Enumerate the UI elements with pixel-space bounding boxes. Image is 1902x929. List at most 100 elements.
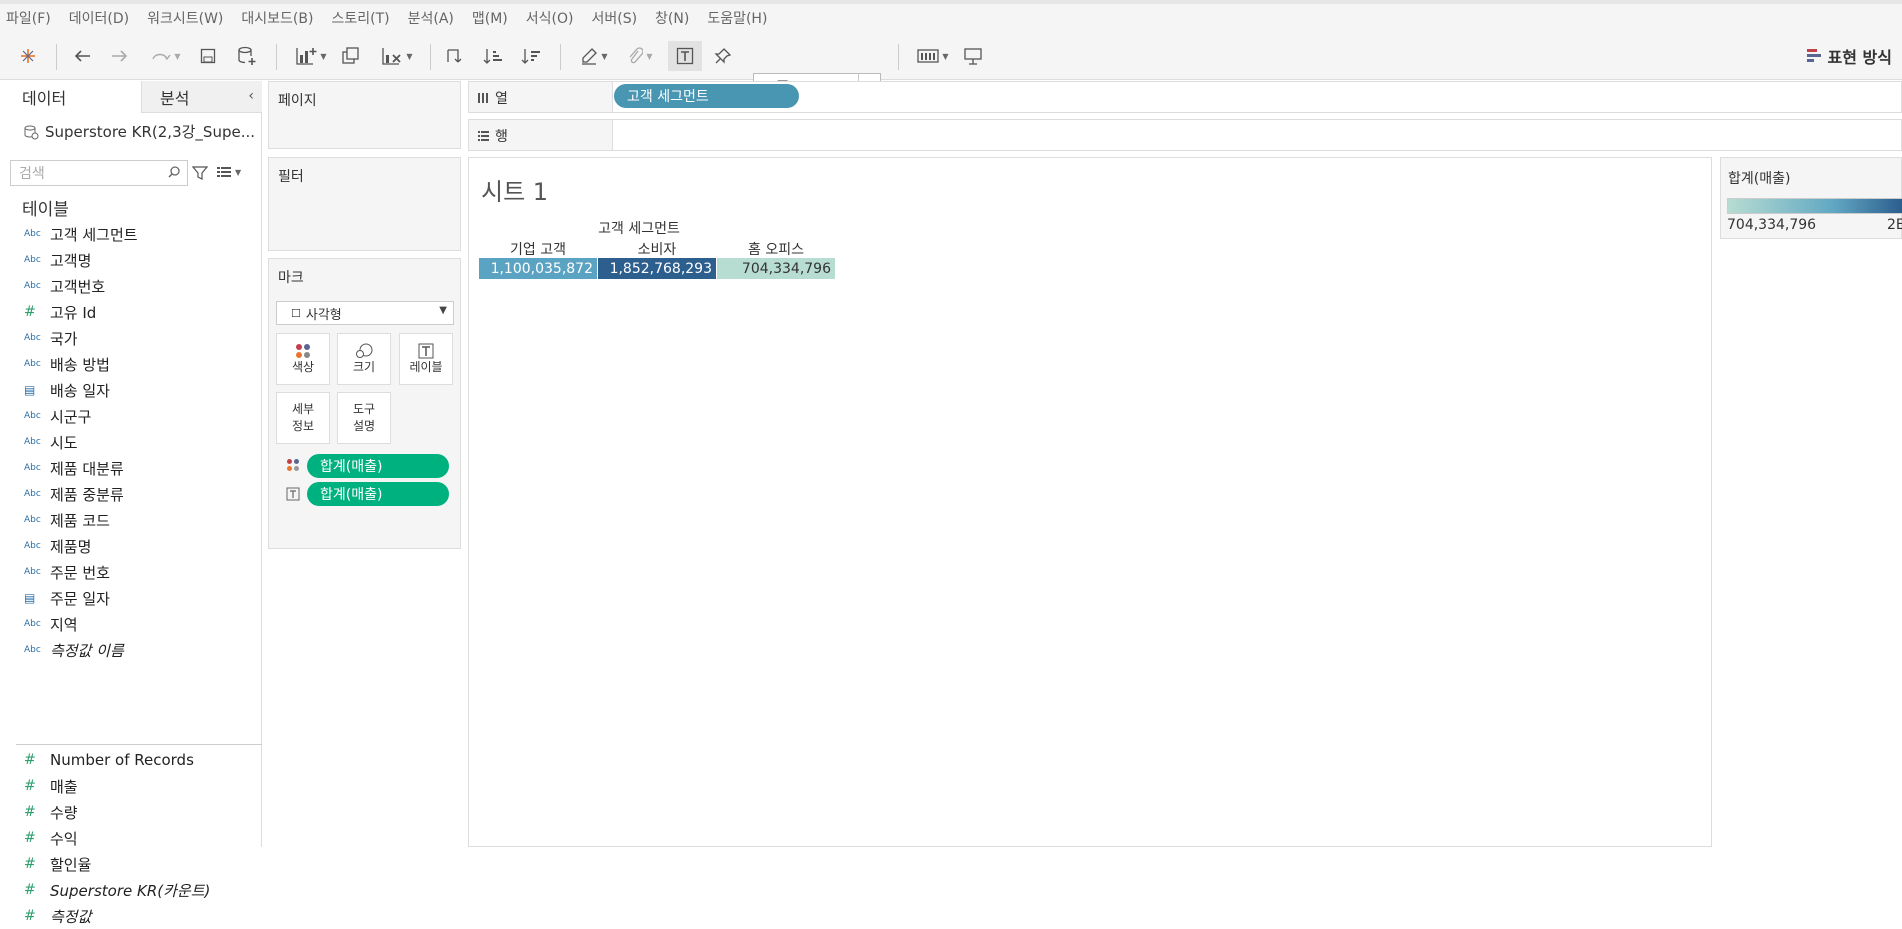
- group-members-icon[interactable]: ▼: [620, 41, 660, 71]
- legend-max: 2E: [1887, 217, 1902, 233]
- sheet-title[interactable]: 시트 1: [481, 172, 548, 207]
- menu-item[interactable]: 데이터(D): [69, 8, 129, 28]
- menu-bar: 파일(F) 데이터(D) 워크시트(W) 대시보드(B) 스토리(T) 분석(A) 맵(M)…: [0, 0, 1902, 32]
- new-datasource-icon[interactable]: [234, 41, 260, 71]
- menu-item[interactable]: 도움말(H): [707, 8, 767, 28]
- columns-pill[interactable]: 고객 세그먼트: [614, 84, 799, 108]
- replay-icon[interactable]: ▼: [146, 41, 186, 71]
- field-item[interactable]: # 수량: [0, 799, 262, 825]
- swap-rows-columns-icon[interactable]: [442, 41, 468, 71]
- tableau-logo-icon[interactable]: [16, 41, 40, 71]
- rows-shelf[interactable]: 행: [468, 119, 1902, 151]
- menu-item[interactable]: 파일(F): [6, 8, 51, 28]
- table-cell[interactable]: 1,852,768,293: [598, 258, 716, 279]
- marks-pill-color[interactable]: 합계(매출): [307, 454, 449, 478]
- view-data-icon[interactable]: ▼: [216, 165, 241, 179]
- date-type-icon: ▤: [24, 383, 36, 397]
- filters-card[interactable]: 필터: [268, 157, 461, 251]
- search-input[interactable]: 검색: [10, 160, 188, 186]
- toolbar: ▼ ▼ ▼ ▼ ▼ 표준 ▼ ▼: [0, 32, 1902, 99]
- color-legend[interactable]: 합계(매출) 704,334,796 2E: [1720, 157, 1902, 239]
- field-label: 고객번호: [50, 277, 106, 296]
- field-label: 시도: [50, 433, 78, 452]
- highlight-icon[interactable]: ▼: [574, 41, 614, 71]
- field-item[interactable]: Abc 고객 세그먼트: [0, 221, 262, 247]
- show-cards-icon[interactable]: ▼: [912, 41, 954, 71]
- field-item[interactable]: # 고유 Id: [0, 299, 262, 325]
- tooltip-button[interactable]: 도구 설명: [337, 392, 391, 444]
- field-item[interactable]: Abc 국가: [0, 325, 262, 351]
- menu-item[interactable]: 맵(M): [472, 8, 508, 28]
- field-item[interactable]: Abc 시군구: [0, 403, 262, 429]
- new-worksheet-icon[interactable]: ▼: [290, 41, 332, 71]
- sort-descending-icon[interactable]: [518, 41, 544, 71]
- column-field-header[interactable]: 고객 세그먼트: [579, 218, 699, 238]
- pages-card[interactable]: 페이지: [268, 81, 461, 149]
- field-item[interactable]: Abc 제품 코드: [0, 507, 262, 533]
- save-icon[interactable]: [196, 41, 220, 71]
- field-label: 국가: [50, 329, 78, 348]
- field-item[interactable]: Abc 측정값 이름: [0, 637, 262, 663]
- menu-item[interactable]: 워크시트(W): [147, 8, 223, 28]
- detail-button[interactable]: 세부 정보: [276, 392, 330, 444]
- field-item[interactable]: # 수익: [0, 825, 262, 851]
- color-encoding-icon: [286, 458, 300, 476]
- color-button[interactable]: 색상: [276, 333, 330, 385]
- duplicate-sheet-icon[interactable]: [338, 41, 364, 71]
- tab-data[interactable]: 데이터: [0, 81, 142, 113]
- mark-type-value: 사각형: [305, 307, 342, 323]
- field-item[interactable]: Abc 지역: [0, 611, 262, 637]
- field-item[interactable]: # Superstore KR(카운트): [0, 877, 262, 903]
- filter-icon[interactable]: [191, 165, 209, 185]
- menu-item[interactable]: 분석(A): [408, 8, 454, 28]
- table-cell[interactable]: 1,100,035,872: [479, 258, 597, 279]
- field-label: 주문 일자: [50, 589, 110, 608]
- worksheet-view[interactable]: 시트 1 고객 세그먼트 기업 고객 1,100,035,872 소비자 1,852,…: [468, 157, 1712, 847]
- clear-sheet-icon[interactable]: ▼: [376, 41, 418, 71]
- menu-item[interactable]: 창(N): [655, 8, 689, 28]
- field-label: 할인율: [50, 855, 92, 874]
- string-type-icon: Abc: [24, 463, 41, 473]
- menu-item[interactable]: 서식(O): [526, 8, 574, 28]
- field-item[interactable]: Abc 고객명: [0, 247, 262, 273]
- collapse-pane-icon[interactable]: ‹: [248, 88, 254, 104]
- show-mark-labels-icon[interactable]: [668, 41, 702, 71]
- table-cell[interactable]: 704,334,796: [717, 258, 835, 279]
- string-type-icon: Abc: [24, 255, 41, 265]
- tab-analysis[interactable]: 분석 ‹: [142, 81, 262, 113]
- size-button[interactable]: 크기: [337, 333, 391, 385]
- string-type-icon: Abc: [24, 567, 41, 577]
- field-item[interactable]: ▤ 주문 일자: [0, 585, 262, 611]
- datasource-item[interactable]: Superstore KR(2,3강_Supe...: [22, 121, 255, 142]
- label-button[interactable]: 레이블: [399, 333, 453, 385]
- menu-item[interactable]: 서버(S): [591, 8, 637, 28]
- color-label: 색상: [291, 359, 315, 374]
- field-item[interactable]: Abc 주문 번호: [0, 559, 262, 585]
- field-item[interactable]: Abc 제품 대분류: [0, 455, 262, 481]
- column-header[interactable]: 소비자: [598, 239, 716, 259]
- undo-icon[interactable]: [70, 41, 94, 71]
- string-type-icon: Abc: [24, 619, 41, 629]
- presentation-mode-icon[interactable]: [960, 41, 986, 71]
- field-item[interactable]: Abc 제품명: [0, 533, 262, 559]
- field-item[interactable]: Abc 고객번호: [0, 273, 262, 299]
- show-me-button[interactable]: 표현 방식: [1806, 44, 1892, 68]
- menu-item[interactable]: 대시보드(B): [241, 8, 313, 28]
- field-item[interactable]: Abc 배송 방법: [0, 351, 262, 377]
- menu-item[interactable]: 스토리(T): [331, 8, 389, 28]
- field-item[interactable]: # 매출: [0, 773, 262, 799]
- redo-icon[interactable]: [108, 41, 132, 71]
- pin-icon[interactable]: [710, 41, 736, 71]
- field-item[interactable]: # 측정값: [0, 903, 262, 929]
- column-header[interactable]: 홈 오피스: [717, 239, 835, 259]
- field-item[interactable]: ▤ 배송 일자: [0, 377, 262, 403]
- column-header[interactable]: 기업 고객: [479, 239, 597, 259]
- field-item[interactable]: # Number of Records: [0, 747, 262, 773]
- mark-type-select[interactable]: ☐ 사각형 ▼: [276, 301, 454, 325]
- field-item[interactable]: # 할인율: [0, 851, 262, 877]
- sort-ascending-icon[interactable]: [480, 41, 506, 71]
- string-type-icon: Abc: [24, 489, 41, 499]
- field-item[interactable]: Abc 시도: [0, 429, 262, 455]
- field-item[interactable]: Abc 제품 중분류: [0, 481, 262, 507]
- marks-pill-label[interactable]: 합계(매출): [307, 482, 449, 506]
